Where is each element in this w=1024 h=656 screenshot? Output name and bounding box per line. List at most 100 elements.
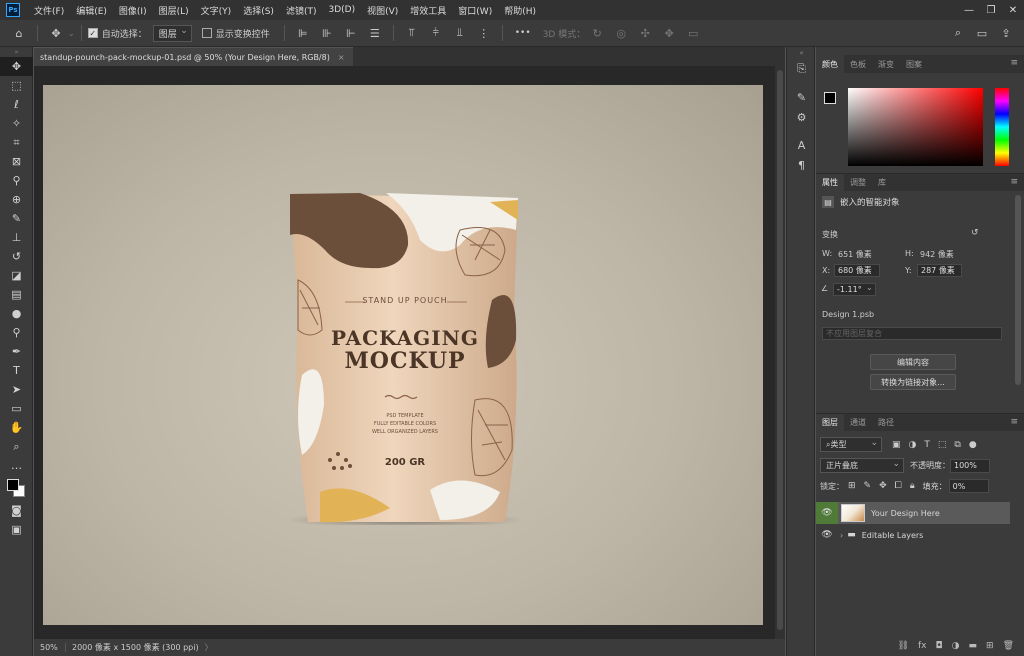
lock-artboard-icon[interactable]: ⧠ <box>895 481 902 491</box>
minimize-button[interactable]: — <box>958 0 980 20</box>
tab-color[interactable]: 颜色 <box>816 55 844 73</box>
foreground-color-swatch[interactable] <box>824 92 836 104</box>
x-position-field[interactable]: 680 像素 <box>834 264 880 277</box>
magic-wand-tool-icon[interactable]: ✧ <box>0 114 33 133</box>
edit-contents-button[interactable]: 编辑内容 <box>870 354 956 370</box>
workspace-icon[interactable]: ▭ <box>973 24 991 42</box>
zoom-level[interactable]: 50% <box>34 643 66 652</box>
3d-scale-icon[interactable]: ▭ <box>684 24 702 42</box>
align-top-icon[interactable]: ⫪ <box>403 24 421 42</box>
layer-row-editable-layers[interactable]: 👁︎ › ▬ Editable Layers <box>816 524 1010 546</box>
hand-tool-icon[interactable]: ✋ <box>0 418 33 437</box>
mask-icon[interactable]: ◘ <box>936 641 943 651</box>
tab-channels[interactable]: 通道 <box>844 414 872 432</box>
color-swatches[interactable] <box>0 475 32 501</box>
path-selection-tool-icon[interactable]: ➤ <box>0 380 33 399</box>
reset-transform-icon[interactable]: ↺ <box>971 228 979 238</box>
layer-filter-dropdown[interactable]: ⌕ 类型 <box>820 437 882 452</box>
fx-icon[interactable]: fx <box>918 641 927 651</box>
lock-transparent-icon[interactable]: ⊞ <box>848 481 856 491</box>
scroll-thumb[interactable] <box>777 70 783 630</box>
color-picker-field[interactable] <box>848 88 983 166</box>
more-options-button[interactable]: ••• <box>515 28 531 38</box>
visibility-eye-icon[interactable]: 👁︎ <box>816 524 838 546</box>
frame-tool-icon[interactable]: ⊠ <box>0 152 33 171</box>
panel-menu-icon[interactable]: ≡ <box>1010 177 1018 187</box>
tab-gradients[interactable]: 渐变 <box>872 55 900 73</box>
tab-libraries[interactable]: 库 <box>872 174 892 192</box>
width-value[interactable]: 651 像素 <box>838 249 872 260</box>
layer-row-your-design[interactable]: 👁︎ Your Design Here <box>816 502 1010 524</box>
new-layer-icon[interactable]: ⊞ <box>986 641 994 651</box>
menu-window[interactable]: 窗口(W) <box>452 4 498 17</box>
foreground-color-swatch[interactable] <box>7 479 19 491</box>
y-position-field[interactable]: 287 像素 <box>917 264 962 277</box>
gradient-tool-icon[interactable]: ▤ <box>0 285 33 304</box>
convert-to-linked-button[interactable]: 转换为链接对象... <box>870 374 956 390</box>
height-value[interactable]: 942 像素 <box>920 249 954 260</box>
move-tool-icon[interactable]: ✥ <box>47 24 65 42</box>
tab-paths[interactable]: 路径 <box>872 414 900 432</box>
group-icon[interactable]: ▬ <box>969 641 978 651</box>
type-tool-icon[interactable]: T <box>0 361 33 380</box>
zoom-tool-icon[interactable]: ⌕ <box>0 437 33 456</box>
menu-image[interactable]: 图像(I) <box>113 4 153 17</box>
distribute-icon[interactable]: ☰ <box>366 24 384 42</box>
align-left-icon[interactable]: ⊫ <box>294 24 312 42</box>
lock-all-icon[interactable]: 🔒︎ <box>910 481 915 491</box>
align-center-icon[interactable]: ⊪ <box>318 24 336 42</box>
canvas[interactable]: STAND UP POUCH PACKAGING MOCKUP PSD TEMP… <box>43 85 763 625</box>
marquee-tool-icon[interactable]: ⬚ <box>0 76 33 95</box>
menu-filter[interactable]: 滤镜(T) <box>280 4 323 17</box>
blur-tool-icon[interactable]: ● <box>0 304 33 323</box>
history-brush-tool-icon[interactable]: ↺ <box>0 247 33 266</box>
move-tool-icon[interactable]: ✥ <box>0 57 33 76</box>
menu-view[interactable]: 视图(V) <box>361 4 404 17</box>
link-icon[interactable]: ⛓︎ <box>898 641 909 651</box>
layer-comp-dropdown[interactable]: 不应用图层复合 <box>822 327 1002 340</box>
dodge-tool-icon[interactable]: ⚲ <box>0 323 33 342</box>
vertical-scrollbar[interactable] <box>775 66 785 639</box>
brush-panel-icon[interactable]: ✎ <box>787 87 816 107</box>
chevron-right-icon[interactable]: › <box>840 531 843 540</box>
search-icon[interactable]: ⌕ <box>949 24 967 42</box>
fill-field[interactable]: 0% <box>948 479 989 493</box>
auto-select-checkbox[interactable]: ✓ <box>87 28 98 38</box>
menu-layer[interactable]: 图层(L) <box>153 4 195 17</box>
restore-button[interactable]: ❐ <box>980 0 1002 20</box>
chevron-down-icon[interactable]: ⌄ <box>68 29 75 38</box>
screen-mode-icon[interactable]: ▣ <box>0 520 33 539</box>
menu-help[interactable]: 帮助(H) <box>498 4 542 17</box>
pen-tool-icon[interactable]: ✒ <box>0 342 33 361</box>
filter-pixel-icon[interactable]: ▣ <box>892 440 901 450</box>
align-right-icon[interactable]: ⊩ <box>342 24 360 42</box>
history-panel-icon[interactable]: ⎘ <box>787 59 816 79</box>
menu-type[interactable]: 文字(Y) <box>195 4 238 17</box>
tab-properties[interactable]: 属性 <box>816 173 844 192</box>
menu-file[interactable]: 文件(F) <box>28 4 70 17</box>
close-tab-icon[interactable]: × <box>338 53 345 62</box>
menu-select[interactable]: 选择(S) <box>237 4 280 17</box>
filter-smart-object-icon[interactable]: ⧉ <box>954 440 960 450</box>
tab-patterns[interactable]: 图案 <box>900 55 928 73</box>
document-info[interactable]: 2000 像素 x 1500 像素 (300 ppi) <box>66 642 199 653</box>
delete-icon[interactable]: 🗑︎ <box>1003 641 1014 651</box>
eyedropper-tool-icon[interactable]: ⚲ <box>0 171 33 190</box>
filter-shape-icon[interactable]: ⬚ <box>938 440 947 450</box>
3d-roll-icon[interactable]: ◎ <box>612 24 630 42</box>
3d-slide-icon[interactable]: ✥ <box>660 24 678 42</box>
menu-edit[interactable]: 编辑(E) <box>70 4 113 17</box>
healing-brush-tool-icon[interactable]: ⊕ <box>0 190 33 209</box>
quick-mask-icon[interactable]: ◙ <box>0 501 33 520</box>
auto-select-target-dropdown[interactable]: 图层 <box>152 24 192 42</box>
filter-type-icon[interactable]: T <box>924 440 930 450</box>
tab-layers[interactable]: 图层 <box>816 413 844 432</box>
show-transform-checkbox[interactable] <box>201 28 212 38</box>
home-icon[interactable]: ⌂ <box>10 24 28 42</box>
lock-pixels-icon[interactable]: ✎ <box>864 481 872 491</box>
align-middle-icon[interactable]: ⫩ <box>427 24 445 42</box>
adjust-panel-icon[interactable]: ⚙ <box>787 107 816 127</box>
collapse-icon[interactable]: « <box>787 47 816 59</box>
properties-scrollbar[interactable] <box>1015 195 1021 385</box>
menu-plugins[interactable]: 增效工具 <box>404 4 452 17</box>
